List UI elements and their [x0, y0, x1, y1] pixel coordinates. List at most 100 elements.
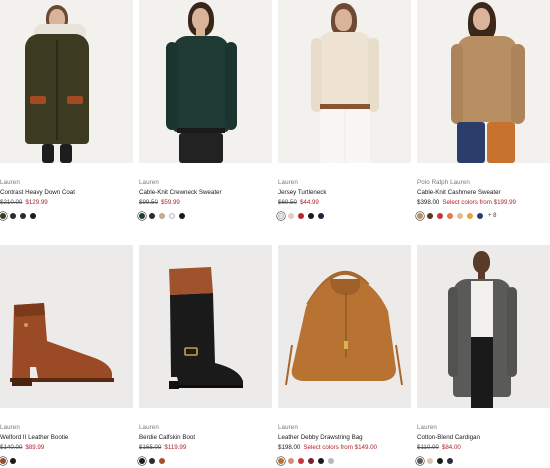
- model-figure: [417, 245, 550, 408]
- color-swatch[interactable]: [427, 213, 433, 219]
- color-swatch[interactable]: [417, 213, 423, 219]
- product-price: $165.00 $119.99: [139, 444, 272, 452]
- product-grid: Lauren Contrast Heavy Down Coat $210.00 $…: [0, 0, 550, 468]
- product-price: $69.50 $44.99: [278, 199, 411, 207]
- original-price: $140.00: [0, 444, 23, 451]
- color-swatch[interactable]: [149, 213, 155, 219]
- product-price: $140.00 $89.99: [0, 444, 133, 452]
- color-swatch[interactable]: [437, 213, 443, 219]
- color-swatch[interactable]: [477, 213, 483, 219]
- sale-price: $84.00: [441, 444, 461, 451]
- product-card-turtleneck[interactable]: Lauren Jersey Turtleneck $69.50 $44.99: [278, 0, 411, 220]
- color-swatch[interactable]: [0, 458, 6, 464]
- color-swatch[interactable]: [447, 213, 453, 219]
- product-card-cardigan[interactable]: Lauren Cotton-Blend Cardigan $110.00 $84.…: [417, 245, 550, 465]
- product-name[interactable]: Cable-Knit Cashmere Sweater: [417, 189, 550, 197]
- sale-price: $129.99: [25, 199, 48, 206]
- product-image-cardigan[interactable]: [417, 245, 550, 408]
- product-image-turtleneck[interactable]: [278, 0, 411, 163]
- color-swatch[interactable]: [328, 458, 334, 464]
- more-colors-link[interactable]: + 8: [488, 213, 497, 219]
- product-card-down-coat[interactable]: Lauren Contrast Heavy Down Coat $210.00 $…: [0, 0, 133, 220]
- color-swatch[interactable]: [288, 213, 294, 219]
- color-swatch[interactable]: [179, 213, 185, 219]
- color-swatch[interactable]: [159, 458, 165, 464]
- product-price: $99.50 $59.99: [139, 199, 272, 207]
- color-swatches: [139, 457, 272, 465]
- color-swatch[interactable]: [417, 458, 423, 464]
- original-price: $210.00: [0, 199, 23, 206]
- color-swatch[interactable]: [318, 458, 324, 464]
- color-swatches: [417, 457, 550, 465]
- product-image-cashmere-sweater[interactable]: [417, 0, 550, 163]
- product-card-crewneck-sweater[interactable]: Lauren Cable-Knit Crewneck Sweater $99.5…: [139, 0, 272, 220]
- product-card-leather-bootie[interactable]: Lauren Welford II Leather Bootie $140.00…: [0, 245, 133, 465]
- color-swatches: [139, 212, 272, 220]
- original-price: $69.50: [278, 199, 297, 206]
- product-name[interactable]: Leather Debby Drawstring Bag: [278, 434, 411, 442]
- product-brand: Lauren: [278, 424, 298, 431]
- product-name[interactable]: Welford II Leather Bootie: [0, 434, 133, 442]
- color-swatch[interactable]: [467, 213, 473, 219]
- product-price: $210.00 $129.99: [0, 199, 133, 207]
- color-swatch[interactable]: [447, 458, 453, 464]
- product-price: $110.00 $84.00: [417, 444, 550, 452]
- original-price: $165.00: [139, 444, 162, 451]
- product-brand: Polo Ralph Lauren: [417, 179, 470, 186]
- model-figure: [0, 0, 133, 163]
- product-name[interactable]: Cable-Knit Crewneck Sweater: [139, 189, 272, 197]
- color-swatch[interactable]: [288, 458, 294, 464]
- product-name[interactable]: Contrast Heavy Down Coat: [0, 189, 133, 197]
- select-colors-label: Select colors from: [303, 444, 353, 451]
- product-brand: Lauren: [0, 179, 20, 186]
- riding-boot-illustration: [169, 267, 243, 389]
- color-swatch[interactable]: [10, 458, 16, 464]
- color-swatches: + 8: [417, 212, 550, 220]
- sale-price: $44.99: [299, 199, 319, 206]
- color-swatch[interactable]: [159, 213, 165, 219]
- product-brand: Lauren: [139, 424, 159, 431]
- product-image-crewneck-sweater[interactable]: [139, 0, 272, 163]
- product-image-down-coat[interactable]: [0, 0, 133, 163]
- color-swatch[interactable]: [30, 213, 36, 219]
- product-image-drawstring-bag[interactable]: [278, 245, 411, 408]
- product-brand: Lauren: [0, 424, 20, 431]
- sale-price: $149.00: [354, 444, 377, 451]
- sale-price: $119.99: [164, 444, 187, 451]
- color-swatch[interactable]: [10, 213, 16, 219]
- color-swatch[interactable]: [278, 458, 284, 464]
- product-name[interactable]: Cotton-Blend Cardigan: [417, 434, 550, 442]
- color-swatch[interactable]: [20, 213, 26, 219]
- product-card-calfskin-boot[interactable]: Lauren Berdie Calfskin Boot $165.00 $119.…: [139, 245, 272, 465]
- product-image-leather-bootie[interactable]: [0, 245, 133, 408]
- model-figure: [417, 0, 550, 163]
- product-brand: Lauren: [278, 179, 298, 186]
- model-figure: [278, 0, 411, 163]
- color-swatch[interactable]: [139, 458, 145, 464]
- color-swatch[interactable]: [139, 213, 145, 219]
- product-name[interactable]: Berdie Calfskin Boot: [139, 434, 272, 442]
- color-swatches: [0, 212, 133, 220]
- product-image-calfskin-boot[interactable]: [139, 245, 272, 408]
- color-swatch[interactable]: [308, 458, 314, 464]
- color-swatch[interactable]: [318, 213, 324, 219]
- select-colors-label: Select colors from: [442, 199, 492, 206]
- color-swatch[interactable]: [298, 458, 304, 464]
- color-swatch[interactable]: [169, 213, 175, 219]
- product-card-cashmere-sweater[interactable]: Polo Ralph Lauren Cable-Knit Cashmere Sw…: [417, 0, 550, 220]
- color-swatch[interactable]: [0, 213, 6, 219]
- bootie-illustration: [10, 303, 114, 386]
- product-name[interactable]: Jersey Turtleneck: [278, 189, 411, 197]
- color-swatch[interactable]: [427, 458, 433, 464]
- color-swatch[interactable]: [278, 213, 284, 219]
- model-figure: [139, 0, 272, 163]
- color-swatch[interactable]: [298, 213, 304, 219]
- color-swatch[interactable]: [149, 458, 155, 464]
- color-swatch[interactable]: [437, 458, 443, 464]
- color-swatches: [278, 457, 411, 465]
- color-swatch[interactable]: [457, 213, 463, 219]
- product-brand: Lauren: [417, 424, 437, 431]
- color-swatch[interactable]: [308, 213, 314, 219]
- bucket-bag-illustration: [285, 270, 403, 386]
- product-card-drawstring-bag[interactable]: Lauren Leather Debby Drawstring Bag $198…: [278, 245, 411, 465]
